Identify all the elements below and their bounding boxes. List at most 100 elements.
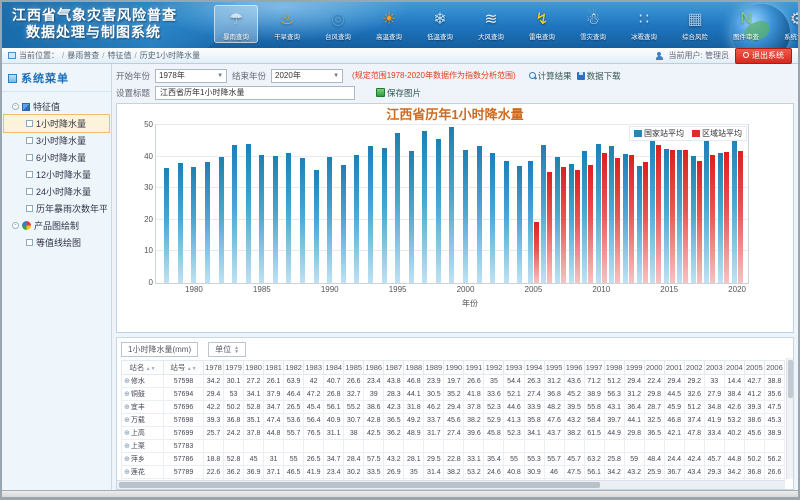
checkbox-icon[interactable]: [26, 154, 33, 161]
checkbox-icon[interactable]: [26, 171, 33, 178]
column-header-year-1995[interactable]: 1995: [544, 361, 564, 375]
column-header-year-1983[interactable]: 1983: [304, 361, 324, 375]
table-row-上高[interactable]: ⊕上高5769925.724.237.844.855.776.531.13842…: [122, 427, 785, 440]
column-header-year-1996[interactable]: 1996: [564, 361, 584, 375]
table-row-铜鼓[interactable]: ⊕铜鼓5769429.45334.137.946.447.226.832.739…: [122, 388, 785, 401]
column-header-year-1990[interactable]: 1990: [444, 361, 464, 375]
checkbox-icon[interactable]: [26, 137, 33, 144]
expand-row-icon[interactable]: ⊕: [124, 456, 130, 463]
logout-button[interactable]: 退出系统: [735, 48, 792, 64]
column-header-year-1997[interactable]: 1997: [584, 361, 604, 375]
station-name-cell[interactable]: ⊕上栗: [122, 440, 164, 453]
table-row-莲花[interactable]: ⊕莲花5778922.636.236.937.146.541.923.430.2…: [122, 466, 785, 479]
checkbox-icon[interactable]: [26, 120, 33, 127]
column-header-year-1994[interactable]: 1994: [524, 361, 544, 375]
sidebar-item-24小时降水量[interactable]: 24小时降水量: [4, 183, 109, 200]
toolbar-item-rainstorm[interactable]: ☂暴雨查询: [214, 5, 258, 43]
station-name-cell[interactable]: ⊕铜鼓: [122, 388, 164, 401]
column-header-year-2002[interactable]: 2002: [684, 361, 704, 375]
column-header-year-2001[interactable]: 2001: [664, 361, 684, 375]
download-button[interactable]: 数据下载: [577, 70, 621, 82]
sidebar-item-6小时降水量[interactable]: 6小时降水量: [4, 149, 109, 166]
table-row-宜丰[interactable]: ⊕宜丰5769642.250.252.834.726.545.456.155.2…: [122, 401, 785, 414]
column-header-year-2004[interactable]: 2004: [724, 361, 744, 375]
sidebar-item-历年暴雨次数年平均分布图[interactable]: 历年暴雨次数年平均分布图: [4, 200, 109, 217]
column-header-year-1978[interactable]: 1978: [204, 361, 224, 375]
toolbar-item-typhoon[interactable]: ◎台风查询: [316, 5, 360, 43]
expand-row-icon[interactable]: ⊕: [124, 417, 130, 424]
sidebar-item-3小时降水量[interactable]: 3小时降水量: [4, 132, 109, 149]
toolbar-item-high-temp[interactable]: ☀高温查询: [367, 5, 411, 43]
column-header-year-1979[interactable]: 1979: [224, 361, 244, 375]
column-header-year-1999[interactable]: 1999: [624, 361, 644, 375]
column-header-year-2005[interactable]: 2005: [744, 361, 764, 375]
sidebar-item-等值线绘图[interactable]: 等值线绘图: [4, 234, 109, 251]
column-header-year-2003[interactable]: 2003: [704, 361, 724, 375]
column-header-year-1985[interactable]: 1985: [344, 361, 364, 375]
column-header-year-2000[interactable]: 2000: [644, 361, 664, 375]
toolbar-item-lightning[interactable]: ↯雷电查询: [520, 5, 564, 43]
tree-expander-icon[interactable]: -: [12, 222, 19, 229]
toolbar-item-wind[interactable]: ≋大风查询: [469, 5, 513, 43]
column-header-year-1987[interactable]: 1987: [384, 361, 404, 375]
chart-title-input[interactable]: 江西省历年1小时降水量: [155, 86, 355, 100]
table-vertical-scrollbar[interactable]: [786, 358, 793, 479]
tree-group-2[interactable]: -产品图绘制: [4, 217, 109, 234]
column-header-year-1989[interactable]: 1989: [424, 361, 444, 375]
checkbox-icon[interactable]: [26, 239, 33, 246]
toolbar-item-settings[interactable]: ⚙系统设置: [775, 5, 798, 43]
column-header-station[interactable]: 站名 ▲▼: [122, 361, 164, 375]
column-header-year-1982[interactable]: 1982: [284, 361, 304, 375]
table-row-万载[interactable]: ⊕万载5769839.336.835.147.453.656.440.930.7…: [122, 414, 785, 427]
column-header-year-1991[interactable]: 1991: [464, 361, 484, 375]
expand-row-icon[interactable]: ⊕: [124, 391, 130, 398]
toolbar-item-snow[interactable]: ☃雪灾查询: [571, 5, 615, 43]
station-name-cell[interactable]: ⊕莲花: [122, 466, 164, 479]
table-row-萍乡[interactable]: ⊕萍乡5778618.852.845315526.534.728.457.543…: [122, 453, 785, 466]
breadcrumb-item[interactable]: 特征值: [107, 51, 131, 60]
column-header-year-1980[interactable]: 1980: [244, 361, 264, 375]
expand-row-icon[interactable]: ⊕: [124, 469, 130, 476]
station-name-cell[interactable]: ⊕宜丰: [122, 401, 164, 414]
station-name-cell[interactable]: ⊕修水: [122, 375, 164, 388]
tree-expander-icon[interactable]: -: [12, 103, 19, 110]
table-horizontal-scrollbar[interactable]: [117, 480, 785, 489]
column-header-id[interactable]: 站号 ▲▼: [164, 361, 204, 375]
table-row-上栗[interactable]: ⊕上栗57783: [122, 440, 785, 453]
expand-row-icon[interactable]: ⊕: [124, 443, 130, 450]
station-name-cell[interactable]: ⊕上高: [122, 427, 164, 440]
unit-sort-chip[interactable]: 单位 ▲▼: [208, 342, 246, 357]
breadcrumb-item[interactable]: 暴雨普查: [67, 51, 99, 60]
expand-row-icon[interactable]: ⊕: [124, 378, 130, 385]
expand-row-icon[interactable]: ⊕: [124, 430, 130, 437]
breadcrumb-item[interactable]: 历史1小时降水量: [140, 51, 200, 60]
column-header-year-1992[interactable]: 1992: [484, 361, 504, 375]
calculate-button[interactable]: 计算结果: [529, 70, 572, 82]
start-year-select[interactable]: 1978年▼: [155, 69, 227, 83]
sidebar-item-1小时降水量[interactable]: 1小时降水量: [4, 115, 109, 132]
sidebar-item-12小时降水量[interactable]: 12小时降水量: [4, 166, 109, 183]
column-header-year-2006[interactable]: 2006: [764, 361, 784, 375]
toolbar-item-risk-calc[interactable]: ▦综合风险: [673, 5, 717, 43]
save-image-button[interactable]: 保存图片: [376, 87, 421, 99]
toolbar-item-low-temp[interactable]: ❄低温查询: [418, 5, 462, 43]
end-year-select[interactable]: 2020年▼: [271, 69, 343, 83]
toolbar-item-drought[interactable]: ♨干旱查询: [265, 5, 309, 43]
column-header-year-1981[interactable]: 1981: [264, 361, 284, 375]
column-header-year-1998[interactable]: 1998: [604, 361, 624, 375]
measure-chip[interactable]: 1小时降水量(mm): [121, 342, 198, 357]
expand-row-icon[interactable]: ⊕: [124, 404, 130, 411]
tree-group-1[interactable]: -特征值: [4, 98, 109, 115]
column-header-year-1984[interactable]: 1984: [324, 361, 344, 375]
column-header-year-1988[interactable]: 1988: [404, 361, 424, 375]
checkbox-icon[interactable]: [26, 205, 33, 212]
station-name-cell[interactable]: ⊕万载: [122, 414, 164, 427]
table-row-修水[interactable]: ⊕修水5759834.230.127.226.163.94240.726.623…: [122, 375, 785, 388]
toolbar-item-hail[interactable]: ∷冰雹查询: [622, 5, 666, 43]
column-header-year-1986[interactable]: 1986: [364, 361, 384, 375]
station-name-cell[interactable]: ⊕萍乡: [122, 453, 164, 466]
column-header-year-1993[interactable]: 1993: [504, 361, 524, 375]
start-year-label: 开始年份: [116, 70, 150, 82]
toolbar-item-map-review[interactable]: N图件审查: [724, 5, 768, 43]
checkbox-icon[interactable]: [26, 188, 33, 195]
